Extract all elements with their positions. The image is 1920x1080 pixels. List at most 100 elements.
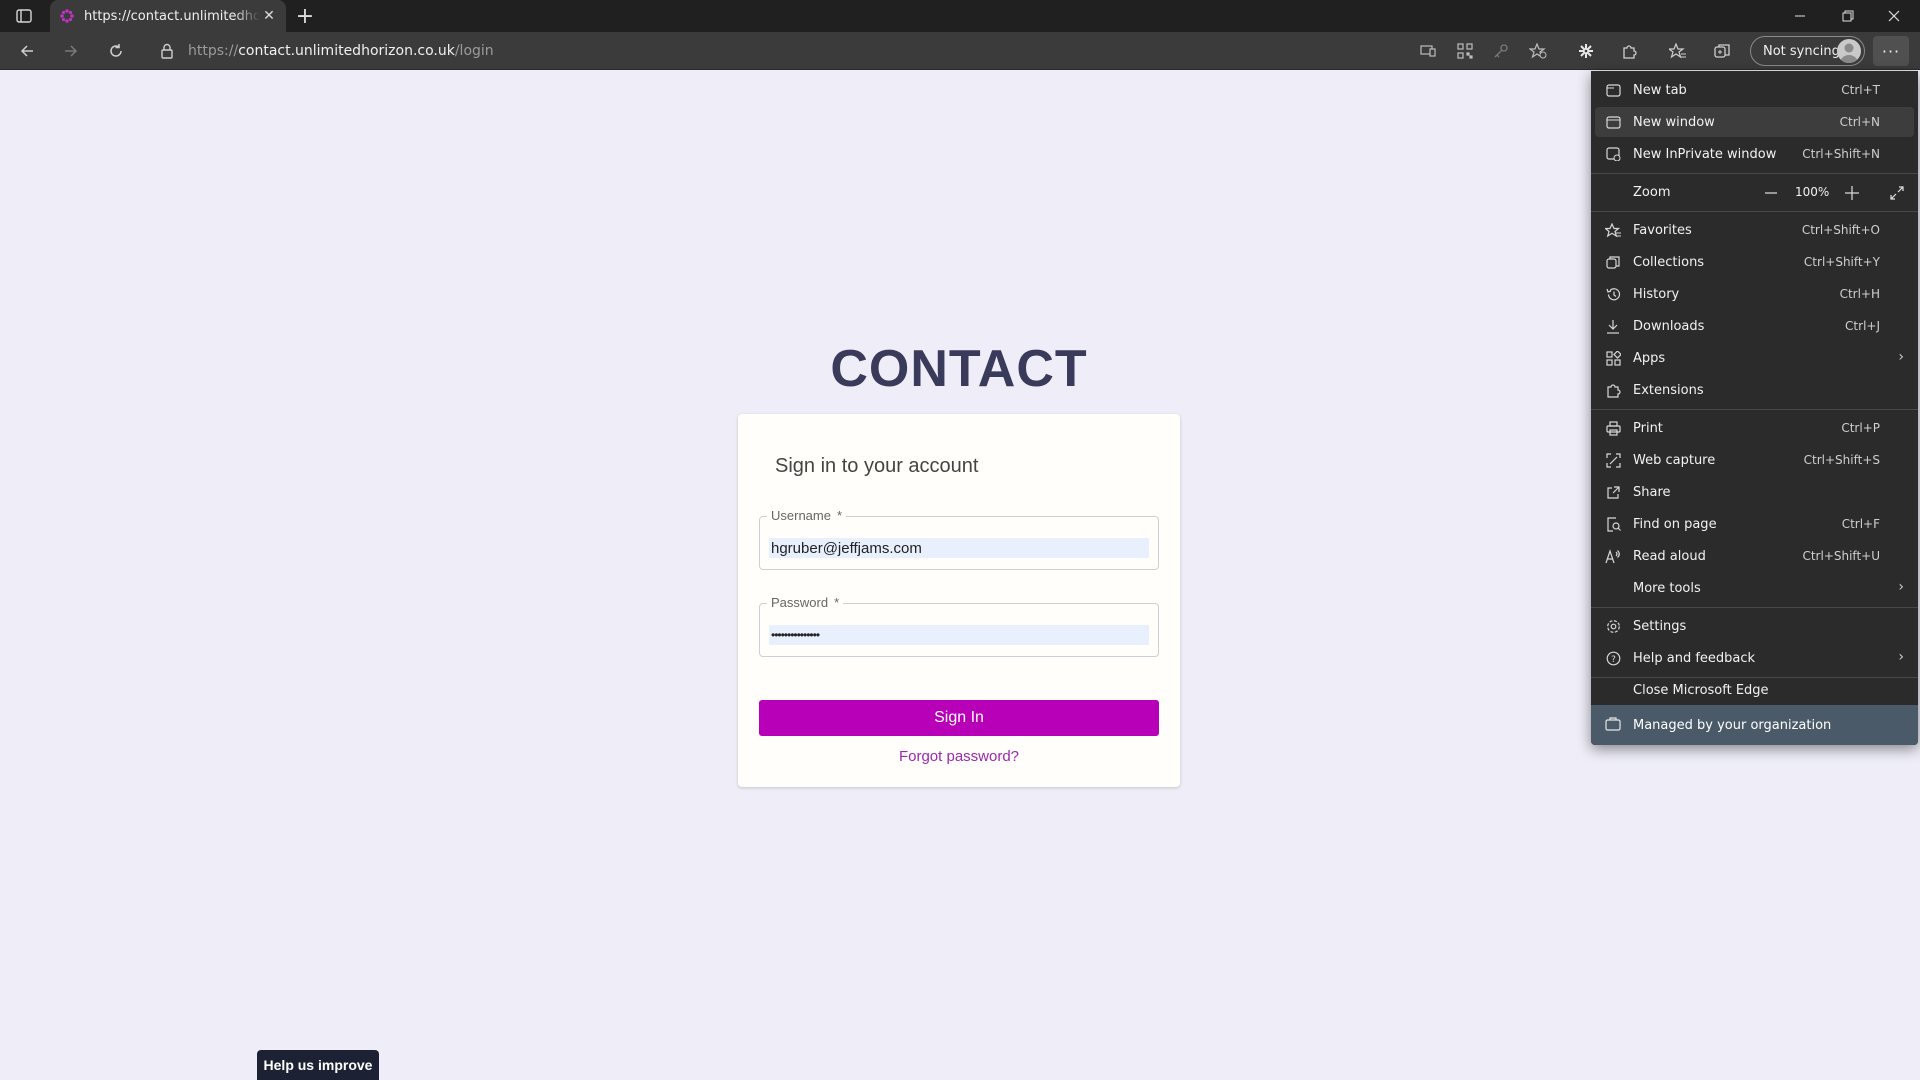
menu-separator: [1591, 409, 1918, 410]
menu-label: Extensions: [1633, 383, 1704, 398]
key-icon[interactable]: [1487, 37, 1515, 65]
tab-actions-icon[interactable]: [12, 6, 36, 26]
menu-label: Find on page: [1633, 517, 1717, 532]
menu-item-find-on-page[interactable]: Find on page Ctrl+F: [1595, 509, 1914, 539]
menu-shortcut: Ctrl+Shift+U: [1802, 549, 1880, 563]
qr-code-icon[interactable]: [1451, 37, 1479, 65]
new-tab-icon[interactable]: +: [293, 4, 317, 29]
menu-item-downloads[interactable]: Downloads Ctrl+J: [1595, 311, 1914, 341]
menu-item-favorites[interactable]: Favorites Ctrl+Shift+O: [1595, 215, 1914, 245]
menu-label: Print: [1633, 421, 1663, 436]
address-scheme: https://: [188, 43, 239, 59]
password-label-text: Password: [771, 595, 829, 610]
zoom-out-icon[interactable]: [1762, 184, 1780, 202]
address-host: contact.unlimitedhorizon.co.uk: [238, 43, 455, 59]
tab-close-icon[interactable]: ✕: [260, 7, 278, 25]
collections-icon: [1605, 254, 1621, 270]
username-input[interactable]: [769, 538, 1149, 558]
help-us-improve-button[interactable]: Help us improve: [257, 1050, 379, 1080]
menu-item-apps[interactable]: Apps ›: [1595, 343, 1914, 373]
back-icon[interactable]: [13, 37, 41, 65]
extension-gear-icon[interactable]: [1572, 37, 1600, 65]
menu-item-history[interactable]: History Ctrl+H: [1595, 279, 1914, 309]
sync-label: Not syncing: [1763, 43, 1840, 59]
profile-sync-button[interactable]: Not syncing: [1750, 36, 1865, 66]
menu-shortcut: Ctrl+Shift+N: [1802, 147, 1880, 161]
menu-label: Managed by your organization: [1633, 718, 1832, 733]
menu-item-new-tab[interactable]: New tab Ctrl+T: [1595, 75, 1914, 105]
menu-label: Favorites: [1633, 223, 1692, 238]
add-favorite-icon[interactable]: [1524, 37, 1552, 65]
menu-label: Collections: [1633, 255, 1705, 270]
menu-item-read-aloud[interactable]: Read aloud Ctrl+Shift+U: [1595, 541, 1914, 571]
menu-item-zoom: Zoom 100%: [1595, 177, 1914, 207]
login-card: Sign in to your account Username * Passwo…: [738, 414, 1180, 787]
print-icon: [1605, 420, 1621, 436]
svg-text:?: ?: [1611, 655, 1616, 665]
menu-label: New tab: [1633, 83, 1687, 98]
menu-item-new-inprivate-window[interactable]: New InPrivate window Ctrl+Shift+N: [1595, 139, 1914, 169]
card-title: Sign in to your account: [775, 455, 979, 477]
menu-shortcut: Ctrl+N: [1839, 115, 1880, 129]
menu-label: New window: [1633, 115, 1715, 130]
refresh-icon[interactable]: [102, 37, 130, 65]
menu-item-print[interactable]: Print Ctrl+P: [1595, 413, 1914, 443]
favorites-icon[interactable]: [1664, 37, 1692, 65]
favorites-icon: [1605, 222, 1621, 238]
full-screen-icon[interactable]: [1888, 184, 1906, 202]
collections-icon[interactable]: [1708, 37, 1736, 65]
username-label: Username *: [767, 508, 847, 523]
extensions-icon: [1605, 382, 1621, 398]
chevron-right-icon: ›: [1898, 579, 1904, 595]
username-label-text: Username: [771, 508, 831, 523]
menu-item-managed-by-organization[interactable]: Managed by your organization: [1591, 705, 1918, 745]
forgot-password-link[interactable]: Forgot password?: [738, 748, 1180, 765]
menu-item-help-and-feedback[interactable]: ? Help and feedback ›: [1595, 643, 1914, 673]
password-field[interactable]: Password * •••••••••••••••: [759, 595, 1159, 657]
lock-icon[interactable]: [160, 42, 178, 60]
read-aloud-icon: [1605, 548, 1621, 564]
username-required-marker: *: [836, 508, 843, 523]
menu-label: Share: [1633, 485, 1671, 500]
username-field[interactable]: Username *: [759, 508, 1159, 570]
menu-item-extensions[interactable]: Extensions: [1595, 375, 1914, 405]
menu-label: Web capture: [1633, 453, 1716, 468]
site-favicon-icon: [58, 7, 76, 25]
download-icon: [1605, 318, 1621, 334]
address-bar[interactable]: https://contact.unlimitedhorizon.co.uk/l…: [146, 36, 1556, 66]
restore-icon[interactable]: [1825, 0, 1871, 32]
chevron-right-icon: ›: [1898, 649, 1904, 665]
chevron-right-icon: ›: [1898, 349, 1904, 365]
menu-label: Zoom: [1633, 185, 1671, 200]
inprivate-icon: [1605, 146, 1621, 162]
menu-label: History: [1633, 287, 1680, 302]
forward-icon[interactable]: [57, 37, 85, 65]
app-available-icon[interactable]: [1414, 37, 1442, 65]
browser-tab[interactable]: https://contact.unlimitedhorizon.co.uk/l…: [50, 0, 286, 32]
password-input[interactable]: •••••••••••••••: [769, 625, 1149, 645]
menu-item-share[interactable]: Share: [1595, 477, 1914, 507]
menu-item-settings[interactable]: Settings: [1595, 611, 1914, 641]
menu-label: More tools: [1633, 581, 1701, 596]
help-icon: ?: [1605, 650, 1621, 666]
close-window-icon[interactable]: [1871, 0, 1917, 32]
settings-and-more-button[interactable]: ···: [1873, 36, 1909, 66]
menu-item-collections[interactable]: Collections Ctrl+Shift+Y: [1595, 247, 1914, 277]
zoom-in-icon[interactable]: [1843, 184, 1861, 202]
menu-separator: [1591, 211, 1918, 212]
menu-label: New InPrivate window: [1633, 147, 1777, 162]
menu-label: Apps: [1633, 351, 1666, 366]
menu-label: Help and feedback: [1633, 651, 1756, 666]
menu-item-close-edge[interactable]: Close Microsoft Edge: [1595, 675, 1914, 705]
menu-item-web-capture[interactable]: Web capture Ctrl+Shift+S: [1595, 445, 1914, 475]
menu-shortcut: Ctrl+Shift+O: [1801, 223, 1880, 237]
menu-label: Read aloud: [1633, 549, 1706, 564]
sign-in-button[interactable]: Sign In: [759, 700, 1159, 736]
menu-shortcut: Ctrl+P: [1841, 421, 1880, 435]
menu-label: Settings: [1633, 619, 1687, 634]
menu-item-new-window[interactable]: New window Ctrl+N: [1595, 107, 1914, 137]
minimize-icon[interactable]: [1777, 0, 1823, 32]
menu-item-more-tools[interactable]: More tools ›: [1595, 573, 1914, 603]
menu-shortcut: Ctrl+H: [1839, 287, 1880, 301]
extensions-icon[interactable]: [1615, 37, 1643, 65]
